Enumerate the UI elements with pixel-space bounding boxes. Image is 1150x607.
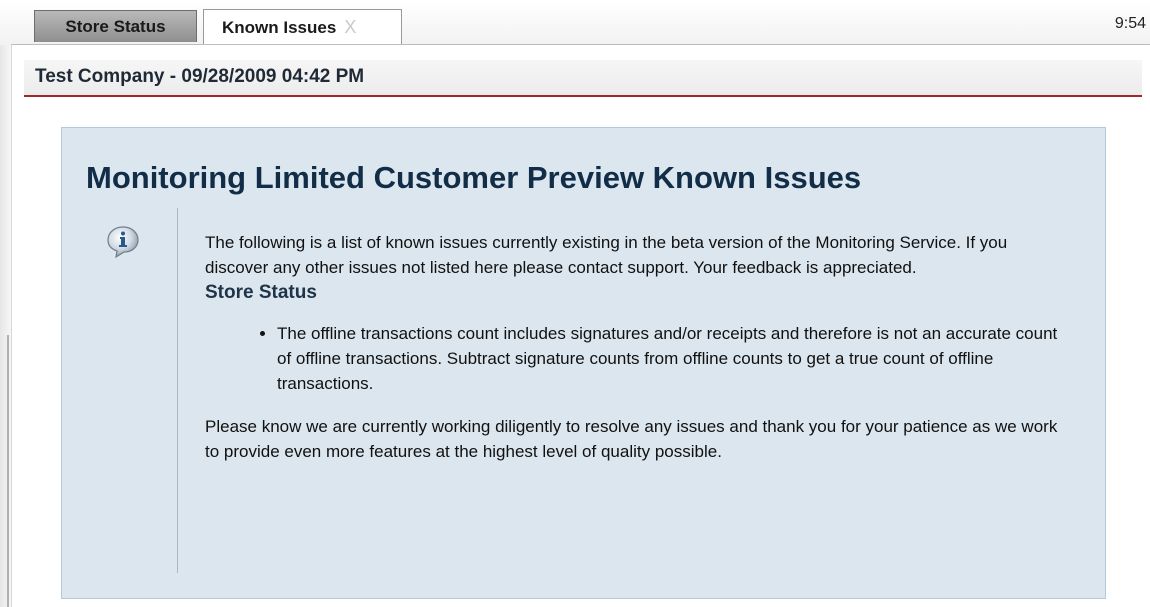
known-issues-panel: Monitoring Limited Customer Preview Know… (61, 127, 1106, 599)
intro-text: The following is a list of known issues … (205, 233, 1008, 277)
panel-title: Monitoring Limited Customer Preview Know… (86, 160, 862, 195)
page-title: Test Company - 09/28/2009 04:42 PM (35, 66, 365, 87)
left-rail (0, 45, 12, 607)
clock: 9:54 (1114, 15, 1146, 32)
list-item: The offline transactions count includes … (277, 321, 1065, 396)
panel-body: The following is a list of known issues … (205, 230, 1065, 464)
tab-divider (11, 44, 1150, 45)
tab-close-icon[interactable]: X (344, 17, 356, 38)
tab-known-issues-label: Known Issues (222, 17, 337, 37)
tab-known-issues[interactable]: Known Issues X (203, 9, 402, 45)
tab-store-status-label: Store Status (65, 16, 166, 36)
issue-list: The offline transactions count includes … (205, 321, 1065, 396)
panel-divider (177, 208, 178, 573)
tab-strip: Store Status Known Issues X 9:54 (0, 0, 1150, 45)
known-issues-page: Store Status Known Issues X 9:54 Test Co… (0, 0, 1150, 607)
page-header: Test Company - 09/28/2009 04:42 PM (24, 60, 1142, 97)
section-heading: Store Status (205, 282, 317, 303)
info-speech-bubble-icon (107, 226, 139, 259)
closing-text: Please know we are currently working dil… (205, 417, 1058, 461)
tab-store-status[interactable]: Store Status (34, 10, 197, 42)
